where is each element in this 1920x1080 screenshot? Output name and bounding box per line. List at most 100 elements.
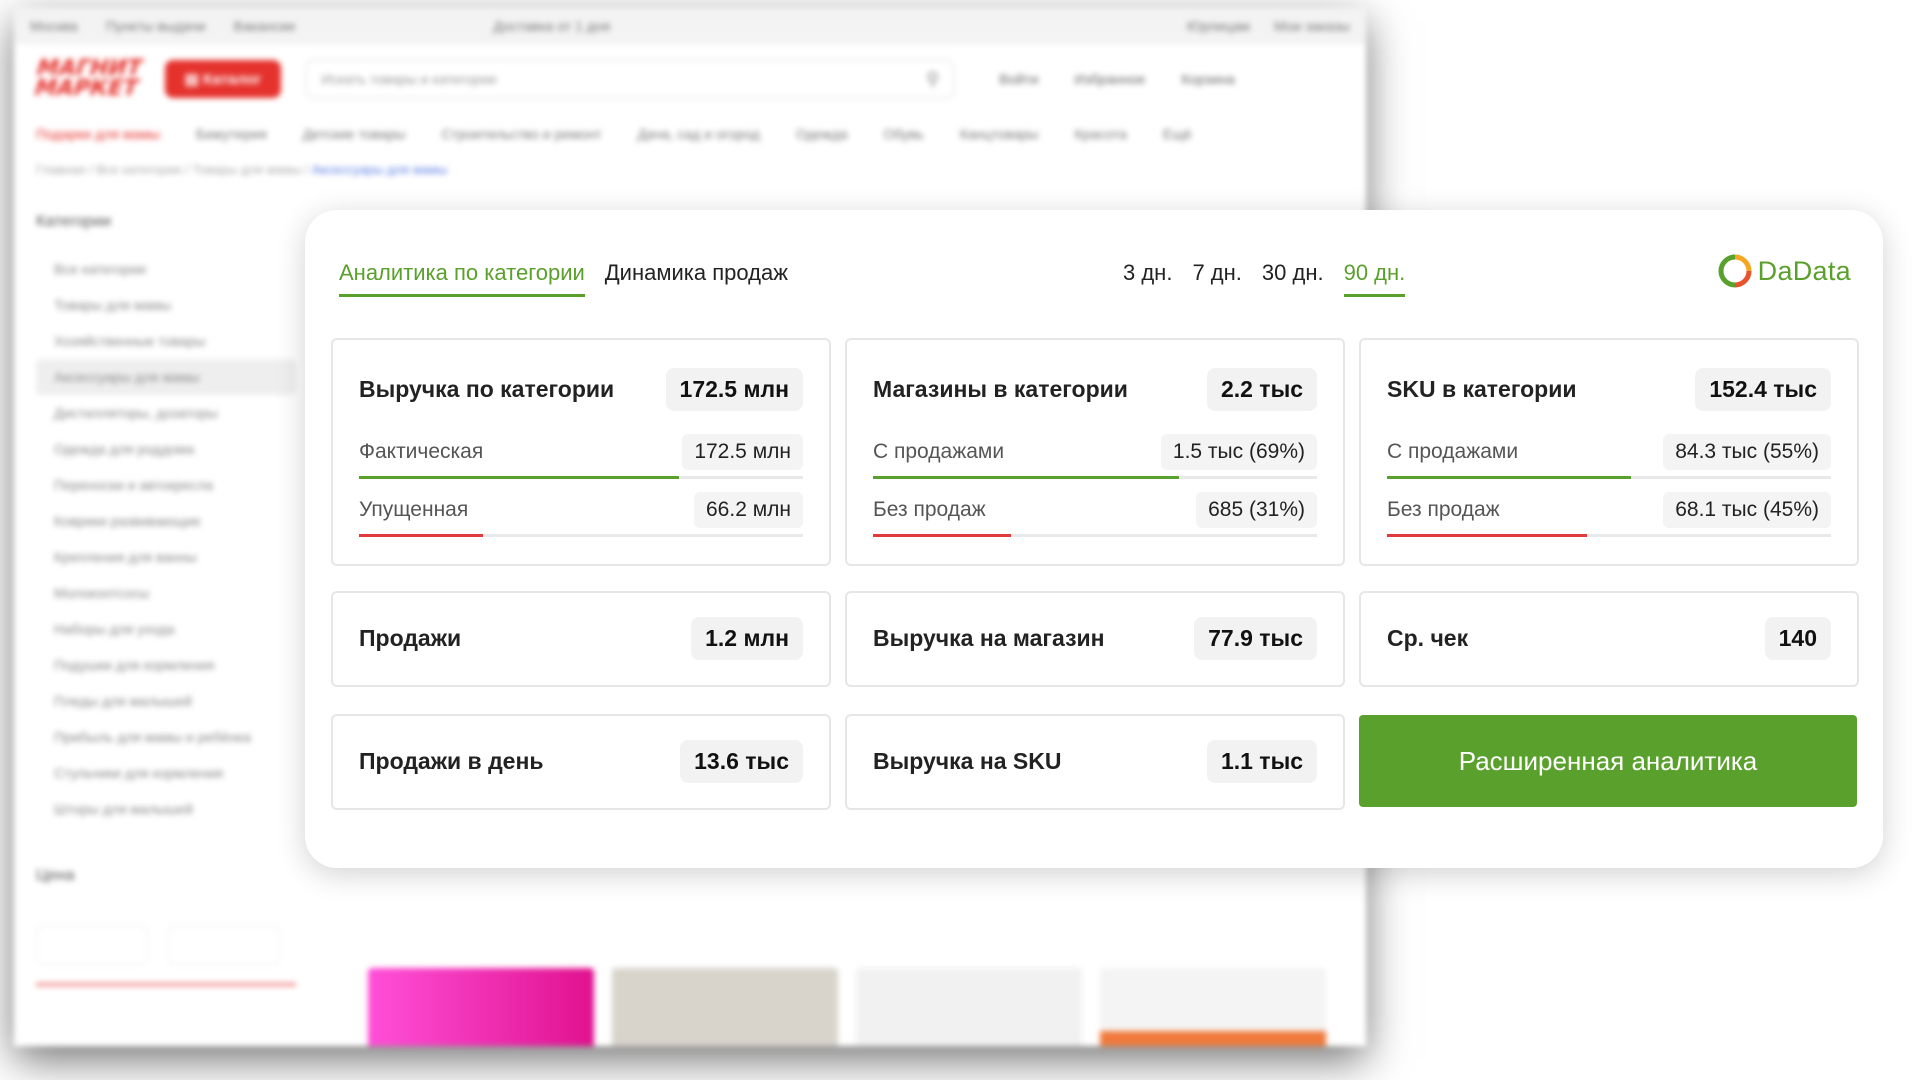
stores-with-sales-row: С продажами 1.5 тыс (69%) <box>873 434 1317 479</box>
avg-check-value: 140 <box>1764 617 1831 660</box>
bg-nav-item[interactable]: Дача, сад и огород <box>638 126 760 142</box>
bg-sidebar-item[interactable]: Наборы для ухода <box>36 611 296 647</box>
dadata-logo[interactable]: DaData <box>1718 254 1851 288</box>
stores-card: Магазины в категории 2.2 тыс С продажами… <box>845 338 1345 566</box>
revenue-missed-row: Упущенная 66.2 млн <box>359 492 803 537</box>
revenue-per-sku-title: Выручка на SKU <box>873 748 1062 774</box>
bg-sidebar-item[interactable]: Переноски и автокресла <box>36 467 296 503</box>
sku-without-sales-label: Без продаж <box>1387 498 1500 521</box>
bg-sidebar-item[interactable]: Молокоотсосы <box>36 575 296 611</box>
bg-sidebar-item[interactable]: Прибыль для мамы и ребёнка <box>36 719 296 755</box>
bg-nav-item[interactable]: Обувь <box>884 126 924 142</box>
tab-sales-dynamics[interactable]: Динамика продаж <box>605 260 788 297</box>
bg-catalog-button[interactable]: ▤ Каталог <box>164 60 282 98</box>
stores-without-sales-value: 685 (31%) <box>1196 492 1317 528</box>
bg-sidebar-item[interactable]: Крепления для ванны <box>36 539 296 575</box>
sku-with-sales-row: С продажами 84.3 тыс (55%) <box>1387 434 1831 479</box>
bg-nav-item[interactable]: Красота <box>1075 126 1127 142</box>
period-3-days[interactable]: 3 дн. <box>1123 260 1172 297</box>
bg-logo[interactable]: МАГНИТ МАРКЕТ <box>33 56 144 101</box>
bg-sidebar-item[interactable]: Шторы для малышей <box>36 791 296 827</box>
bg-product-image[interactable] <box>612 968 838 1046</box>
period-30-days[interactable]: 30 дн. <box>1262 260 1324 297</box>
sales-per-day-title: Продажи в день <box>359 748 544 774</box>
stores-without-sales-bar <box>873 534 1011 537</box>
bg-stats-rows <box>374 878 1334 944</box>
bg-nav-item[interactable]: Бижутерия <box>196 126 267 142</box>
bg-sidebar-heading: Категории <box>36 213 112 230</box>
bg-business-link[interactable]: Юрлицам <box>1187 18 1250 34</box>
bg-price-slider[interactable] <box>36 983 296 986</box>
sales-value: 1.2 млн <box>691 617 803 660</box>
bg-price-range <box>36 925 296 965</box>
search-icon[interactable]: ⚲ <box>926 69 939 90</box>
bg-breadcrumb-path[interactable]: Главная / Все категории / Товары для мам… <box>36 162 308 177</box>
bg-nav-item[interactable]: Ещё <box>1163 126 1192 142</box>
bg-sidebar-item[interactable]: Коврики развивающие <box>36 503 296 539</box>
bg-promo-text: Доставка от 1 дня <box>493 18 611 34</box>
sales-per-day-card: Продажи в день 13.6 тыс <box>331 714 831 810</box>
bg-sidebar-item[interactable]: Стульчики для кормления <box>36 755 296 791</box>
bg-sidebar-item[interactable]: Пледы для малышей <box>36 683 296 719</box>
bg-product-image[interactable] <box>856 968 1082 1046</box>
bg-orders-link[interactable]: Мои заказы <box>1274 18 1350 34</box>
bg-price-heading: Цена <box>36 867 75 884</box>
period-selector: 3 дн. 7 дн. 30 дн. 90 дн. <box>1123 260 1406 297</box>
bg-sidebar-item[interactable]: Дистилляторы, дозаторы <box>36 395 296 431</box>
revenue-missed-value: 66.2 млн <box>694 492 803 528</box>
bg-nav-item[interactable]: Строительство и ремонт <box>441 126 601 142</box>
revenue-per-store-title: Выручка на магазин <box>873 625 1105 651</box>
bg-nav-item[interactable]: Одежда <box>796 126 848 142</box>
bg-header-actions: Войти Избранное Корзина <box>999 71 1234 87</box>
advanced-analytics-button[interactable]: Расширенная аналитика <box>1359 715 1857 807</box>
category-analytics-widget: Аналитика по категории Динамика продаж 3… <box>305 210 1883 868</box>
widget-tabs: Аналитика по категории Динамика продаж <box>339 260 788 297</box>
bg-cart-link[interactable]: Корзина <box>1181 71 1234 87</box>
bg-logo-line2: МАРКЕТ <box>33 76 140 101</box>
bg-sidebar: Категории Все категории Товары для мамы … <box>36 213 296 986</box>
sku-with-sales-label: С продажами <box>1387 440 1519 463</box>
bg-sidebar-item-active[interactable]: Аксессуары для мамы <box>36 359 296 395</box>
bg-login-link[interactable]: Войти <box>999 71 1038 87</box>
bg-category-nav: Подарки для мамы Бижутерия Детские товар… <box>14 114 1366 154</box>
bg-catalog-label: Каталог <box>203 71 262 88</box>
bg-vacancies-link[interactable]: Вакансии <box>234 18 296 34</box>
tab-category-analytics[interactable]: Аналитика по категории <box>339 260 585 297</box>
stores-title: Магазины в категории <box>873 376 1128 402</box>
stores-value: 2.2 тыс <box>1206 368 1317 411</box>
bg-city-link[interactable]: Москва <box>30 18 78 34</box>
stores-without-sales-row: Без продаж 685 (31%) <box>873 492 1317 537</box>
revenue-value: 172.5 млн <box>665 368 803 411</box>
bg-sidebar-item[interactable]: Товары для мамы <box>36 287 296 323</box>
sales-per-day-value: 13.6 тыс <box>680 740 803 783</box>
bg-sidebar-item[interactable]: Все категории <box>36 251 296 287</box>
bg-product-image[interactable] <box>368 968 594 1046</box>
revenue-actual-row: Фактическая 172.5 млн <box>359 434 803 479</box>
period-90-days[interactable]: 90 дн. <box>1343 260 1406 297</box>
bg-sidebar-item[interactable]: Хозяйственные товары <box>36 323 296 359</box>
revenue-per-sku-card: Выручка на SKU 1.1 тыс <box>845 714 1345 810</box>
bg-product-image[interactable] <box>1100 968 1326 1046</box>
revenue-per-sku-value: 1.1 тыс <box>1206 740 1317 783</box>
bg-sidebar-item[interactable]: Подушки для кормления <box>36 647 296 683</box>
period-7-days[interactable]: 7 дн. <box>1192 260 1241 297</box>
stores-without-sales-label: Без продаж <box>873 498 986 521</box>
bg-price-to-input[interactable] <box>168 925 280 965</box>
bg-price-from-input[interactable] <box>36 925 148 965</box>
bg-nav-item[interactable]: Детские товары <box>303 126 406 142</box>
sku-title: SKU в категории <box>1387 376 1577 402</box>
bg-search-placeholder: Искать товары и категории <box>321 71 497 87</box>
bg-favorites-link[interactable]: Избранное <box>1074 71 1145 87</box>
sku-without-sales-value: 68.1 тыс (45%) <box>1663 492 1831 528</box>
bg-sidebar-item[interactable]: Одежда для роддома <box>36 431 296 467</box>
bag-icon: ▤ <box>184 71 199 88</box>
sku-card: SKU в категории 152.4 тыс С продажами 84… <box>1359 338 1859 566</box>
bg-points-link[interactable]: Пункты выдачи <box>106 18 206 34</box>
avg-check-card: Ср. чек 140 <box>1359 591 1859 687</box>
bg-nav-item[interactable]: Подарки для мамы <box>36 126 160 142</box>
bg-search-input[interactable]: Искать товары и категории ⚲ <box>305 59 956 99</box>
bg-nav-item[interactable]: Канцтовары <box>960 126 1039 142</box>
sku-without-sales-row: Без продаж 68.1 тыс (45%) <box>1387 492 1831 537</box>
revenue-actual-label: Фактическая <box>359 440 484 463</box>
bg-breadcrumb: Главная / Все категории / Товары для мам… <box>14 154 1366 185</box>
